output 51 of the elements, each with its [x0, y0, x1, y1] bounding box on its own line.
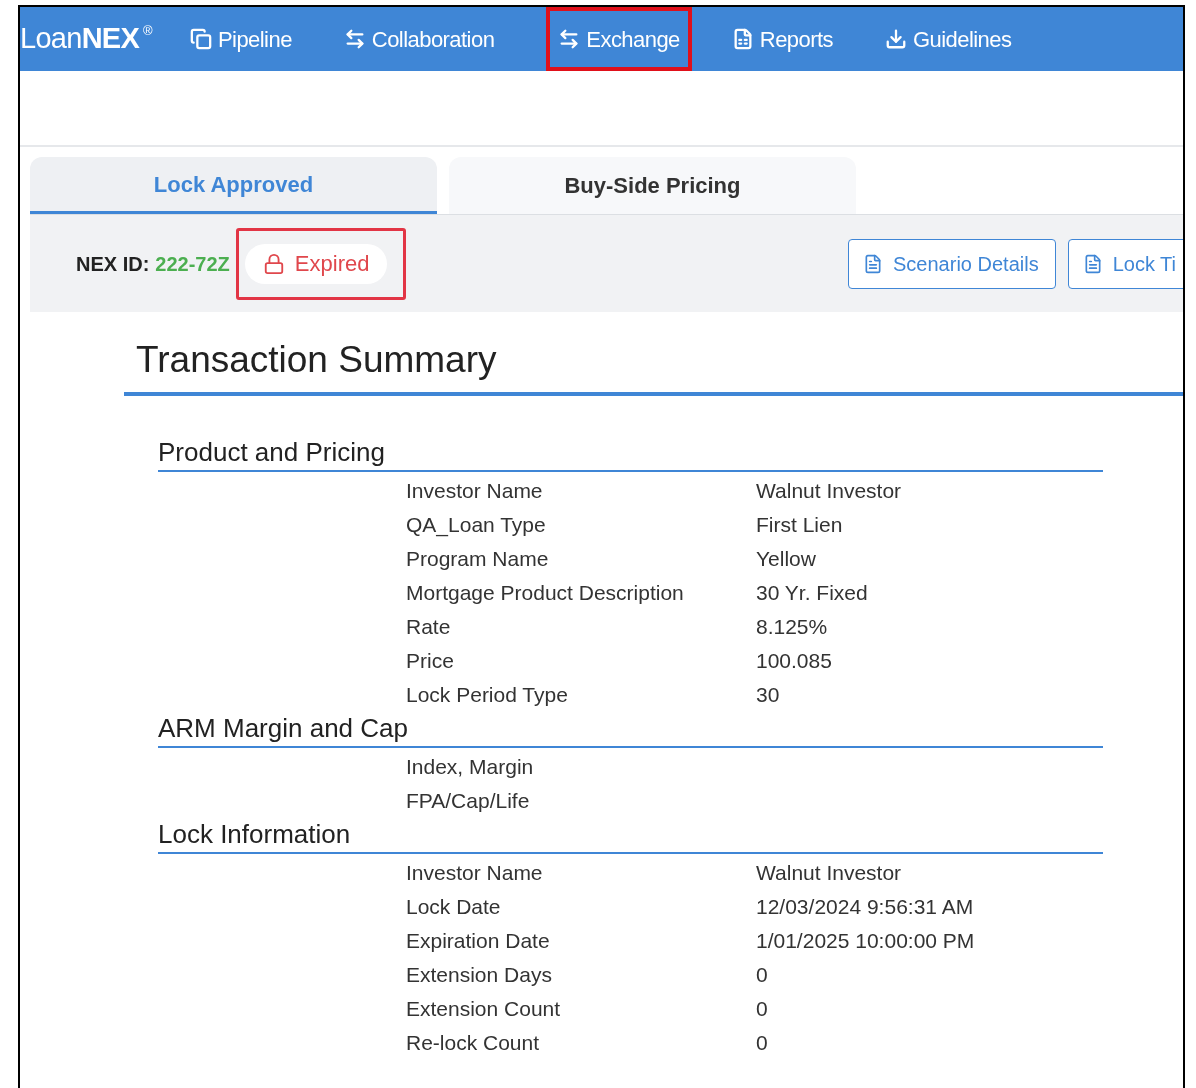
field-label: QA_Loan Type — [406, 511, 547, 539]
swap-arrows-icon — [343, 28, 366, 50]
nav-link[interactable]: Collaboration — [343, 22, 495, 56]
download-icon — [885, 28, 907, 50]
field-label: Extension Days — [406, 961, 553, 988]
lock-icon — [262, 252, 285, 275]
nav-link[interactable]: Reports — [731, 22, 833, 56]
field-value: Yellow — [756, 545, 816, 572]
copy-icon — [189, 28, 212, 50]
field-value: 30 — [756, 681, 780, 708]
swap-arrows-icon — [558, 28, 581, 50]
field-label: Expiration Date — [406, 927, 551, 954]
field-label: Investor Name — [406, 477, 544, 504]
field-value: 0 — [756, 995, 768, 1022]
field-label: Index, Margin — [406, 753, 535, 780]
section-title: ARM Margin and Cap — [158, 711, 1103, 748]
page-title: Transaction Summary — [124, 312, 1183, 396]
nav-link[interactable]: Pipeline — [189, 22, 292, 56]
field-value: 30 Yr. Fixed — [756, 579, 868, 606]
field-label: Lock Date — [406, 893, 502, 920]
field-value: 0 — [756, 961, 768, 988]
field-value: 0 — [756, 1029, 768, 1056]
tab[interactable]: Buy-Side Pricing — [449, 157, 856, 214]
field-value: Walnut Investor — [756, 477, 902, 504]
tab[interactable]: Lock Approved — [30, 157, 437, 214]
field-value: 12/03/2024 9:56:31 AM — [756, 893, 974, 920]
document-button[interactable]: Scenario Details — [848, 238, 1056, 289]
field-label: Lock Period Type — [406, 681, 569, 708]
field-label: Mortgage Product Description — [406, 579, 685, 606]
nex-id-value: 222-72Z — [155, 251, 230, 277]
pdf-file-icon — [863, 253, 883, 274]
logo[interactable]: LoanNEX® — [20, 17, 152, 61]
field-label: Investor Name — [406, 859, 544, 886]
nex-id-label: NEX ID: — [76, 251, 150, 277]
status-badge: Expired — [244, 243, 388, 284]
document-button[interactable]: Lock Ti — [1067, 238, 1183, 289]
field-label: Rate — [406, 613, 452, 640]
field-value: 1/01/2025 10:00:00 PM — [756, 927, 975, 954]
nav-link[interactable]: Guidelines — [885, 22, 1012, 56]
field-value: First Lien — [756, 511, 843, 538]
section-title: Lock Information — [158, 817, 1103, 854]
nav-link[interactable]: Exchange — [558, 22, 680, 56]
field-label: FPA/Cap/Life — [406, 787, 531, 814]
field-label: Extension Count — [406, 995, 562, 1022]
field-label: Re-lock Count — [406, 1029, 541, 1056]
field-label: Price — [406, 647, 455, 674]
field-value: 8.125% — [756, 613, 828, 640]
field-value: Walnut Investor — [756, 859, 902, 886]
section-title: Product and Pricing — [158, 435, 1103, 472]
field-value: 100.085 — [756, 647, 832, 674]
field-label: Program Name — [406, 545, 550, 572]
